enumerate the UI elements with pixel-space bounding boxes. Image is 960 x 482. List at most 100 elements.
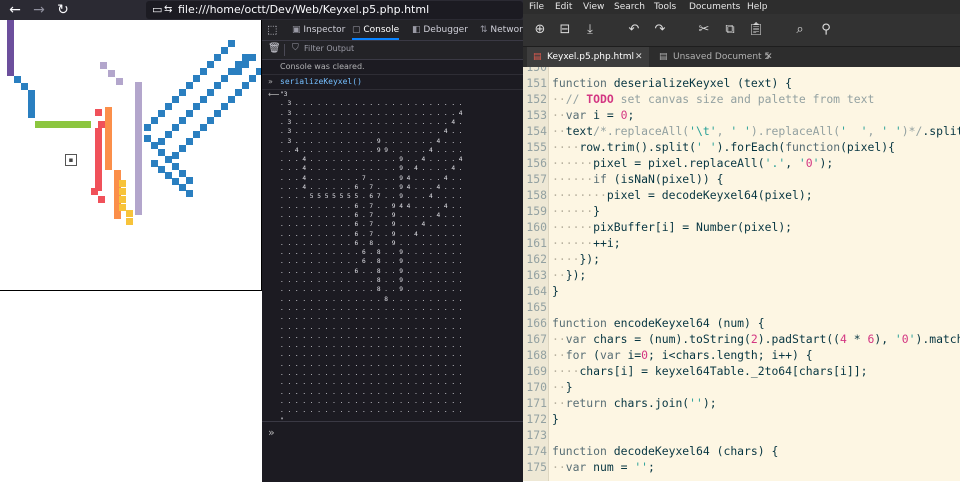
pixel-blue xyxy=(172,178,179,185)
back-arrow-icon[interactable]: ← xyxy=(6,1,24,19)
pixel-red xyxy=(95,156,102,163)
keyxel-canvas[interactable]: ▪ xyxy=(0,20,262,291)
trash-icon[interactable]: 🗑 xyxy=(268,43,281,54)
pixel-lavender xyxy=(135,131,142,138)
pixel-blue xyxy=(228,96,235,103)
pixel-blue xyxy=(256,68,261,75)
line-number: 160 xyxy=(526,220,547,234)
reload-icon[interactable]: ↻ xyxy=(54,1,72,19)
tab-network[interactable]: ⇅ Network xyxy=(480,20,528,40)
menu-documents[interactable]: Documents xyxy=(689,0,740,14)
line-number: 166 xyxy=(526,316,547,330)
pixel xyxy=(126,210,133,217)
console-result-line: . . . 4 . . . . . . . . . . . . 9 . . 4 … xyxy=(280,156,463,164)
tab-inspector[interactable]: ▣ Inspector xyxy=(292,20,345,40)
pixel-orange xyxy=(105,142,112,149)
code-line: 168 ··for (var i=0; i<chars.length; i++) … xyxy=(523,347,960,363)
menu-tools[interactable]: Tools xyxy=(654,0,676,14)
code-text: ··var num = ''; xyxy=(552,460,655,474)
code-text: ··return chars.join(''); xyxy=(552,396,717,410)
text-editor-window: File Edit View Search Tools Documents He… xyxy=(523,0,960,481)
pixel-blue xyxy=(214,54,221,61)
menu-file[interactable]: File xyxy=(529,0,544,14)
console-result-line: . . . 4 . . . . . . . . . . . . 9 . 4 . … xyxy=(280,165,463,173)
console-prompt-icon: » xyxy=(268,426,275,439)
code-editor[interactable]: 150 151 function deserializeKeyxel (text) … xyxy=(523,67,960,481)
pixel-orange xyxy=(105,163,112,170)
code-lines: 150 151 function deserializeKeyxel (text) … xyxy=(523,67,960,481)
pixel-blue xyxy=(186,110,193,117)
pixel-blue xyxy=(165,131,172,138)
code-line: 160 ······pixBuffer[i] = Number(pixel); xyxy=(523,219,960,235)
pick-element-icon[interactable]: ⬚ xyxy=(267,20,277,40)
paste-icon[interactable]: 📋︎ xyxy=(747,21,765,39)
forward-arrow-icon[interactable]: → xyxy=(30,1,48,19)
copy-icon[interactable]: ⧉ xyxy=(721,21,739,39)
tab-unsaved-document[interactable]: ▤ Unsaved Document 5 ✕ xyxy=(653,47,779,67)
undo-icon[interactable]: ↶ xyxy=(625,21,643,39)
code-text: ····chars[i] = keyxel64Table._2to64[char… xyxy=(552,364,868,378)
pixel xyxy=(119,180,126,187)
pixel-green xyxy=(42,121,49,128)
console-result-line: . . . . . . . . . . 6 . . 8 . . 9 . . . … xyxy=(280,267,463,275)
pixel-lavender xyxy=(135,194,142,201)
console-input[interactable]: » xyxy=(262,421,523,482)
pixel-green xyxy=(56,121,63,128)
page-file-icon[interactable]: ▭ xyxy=(152,2,162,18)
tab-console[interactable]: ▢ Console xyxy=(352,20,400,40)
code-line: 158 ········pixel = decodeKeyxel64(pixel)… xyxy=(523,187,960,203)
pixel-lavender xyxy=(135,89,142,96)
pixel-lavender xyxy=(135,180,142,187)
cut-icon[interactable]: ✂ xyxy=(695,21,713,39)
console-result-line: . . . . . . . . . . . . . . . . . . . . … xyxy=(280,314,463,322)
pixel xyxy=(100,62,107,69)
code-line: 154 ··text/*.replaceAll('\t', ' ').replac… xyxy=(523,123,960,139)
menu-search[interactable]: Search xyxy=(614,0,645,14)
code-text: ········pixel = decodeKeyxel64(pixel); xyxy=(552,188,813,202)
url-bar[interactable]: ▭ ⇆ file:///home/octt/Dev/Web/Keyxel.p5.… xyxy=(146,1,523,19)
pixel-blue xyxy=(172,96,179,103)
pixel-lavender xyxy=(135,208,142,215)
pixel-blue xyxy=(144,124,151,131)
pixel-green xyxy=(70,121,77,128)
code-line: 159 ······} xyxy=(523,203,960,219)
url-text[interactable]: file:///home/octt/Dev/Web/Keyxel.p5.php.… xyxy=(178,2,429,18)
pixel-blue xyxy=(200,68,207,75)
code-text: function deserializeKeyxel (text) { xyxy=(552,76,793,90)
pixel-blue xyxy=(179,184,186,191)
close-tab-icon[interactable]: ✕ xyxy=(635,47,643,67)
console-result-line: . . . . . . . . . . . . . . . . . . . . … xyxy=(280,332,463,340)
permissions-icon[interactable]: ⇆ xyxy=(164,2,172,18)
pixel xyxy=(119,188,126,195)
pixel-blue xyxy=(242,54,249,61)
pixel-blue xyxy=(193,103,200,110)
pixel-blue xyxy=(179,117,186,124)
save-download-icon[interactable]: ⤓ xyxy=(581,21,599,39)
tab-debugger[interactable]: ◧ Debugger xyxy=(412,20,468,40)
console-result-line: . . . . . . . . . . . . . . . . . . . . … xyxy=(280,379,463,387)
console-result-line: . . . . . . . . . . . . . . . . . . . . … xyxy=(280,342,463,350)
new-document-icon[interactable]: ⊕ xyxy=(531,21,549,39)
pixel-orange xyxy=(105,121,112,128)
console-result-line: . . . . . . . . . . . . . . . . . . . . … xyxy=(280,304,463,312)
pixel-blue xyxy=(207,89,214,96)
menu-help[interactable]: Help xyxy=(747,0,768,14)
pixel-purple xyxy=(7,55,14,62)
pixel-blue xyxy=(165,172,172,179)
close-tab-icon[interactable]: ✕ xyxy=(765,47,773,67)
line-number: 169 xyxy=(526,364,547,378)
console-result-line: . 3 . . . . . . . . . . . . . . . . . . … xyxy=(280,100,463,108)
pixel-purple xyxy=(7,48,14,55)
open-folder-icon[interactable]: ⊟ xyxy=(556,21,574,39)
filter-input[interactable]: Filter Output xyxy=(304,44,354,53)
tab-keyxel-file[interactable]: ▤ Keyxel.p5.php.html ✕ xyxy=(527,47,649,67)
code-line: 171 ··return chars.join(''); xyxy=(523,395,960,411)
menu-edit[interactable]: Edit xyxy=(555,0,572,14)
pixel-blue xyxy=(172,163,179,170)
console-result-line: . . . . . . . . . . 6 . 7 . . 9 . . . 4 … xyxy=(280,221,463,229)
redo-icon[interactable]: ↷ xyxy=(651,21,669,39)
pixel-red xyxy=(95,170,102,177)
search-icon[interactable]: ⌕ xyxy=(791,21,809,39)
menu-view[interactable]: View xyxy=(583,0,604,14)
find-replace-icon[interactable]: ⚲ xyxy=(817,21,835,39)
